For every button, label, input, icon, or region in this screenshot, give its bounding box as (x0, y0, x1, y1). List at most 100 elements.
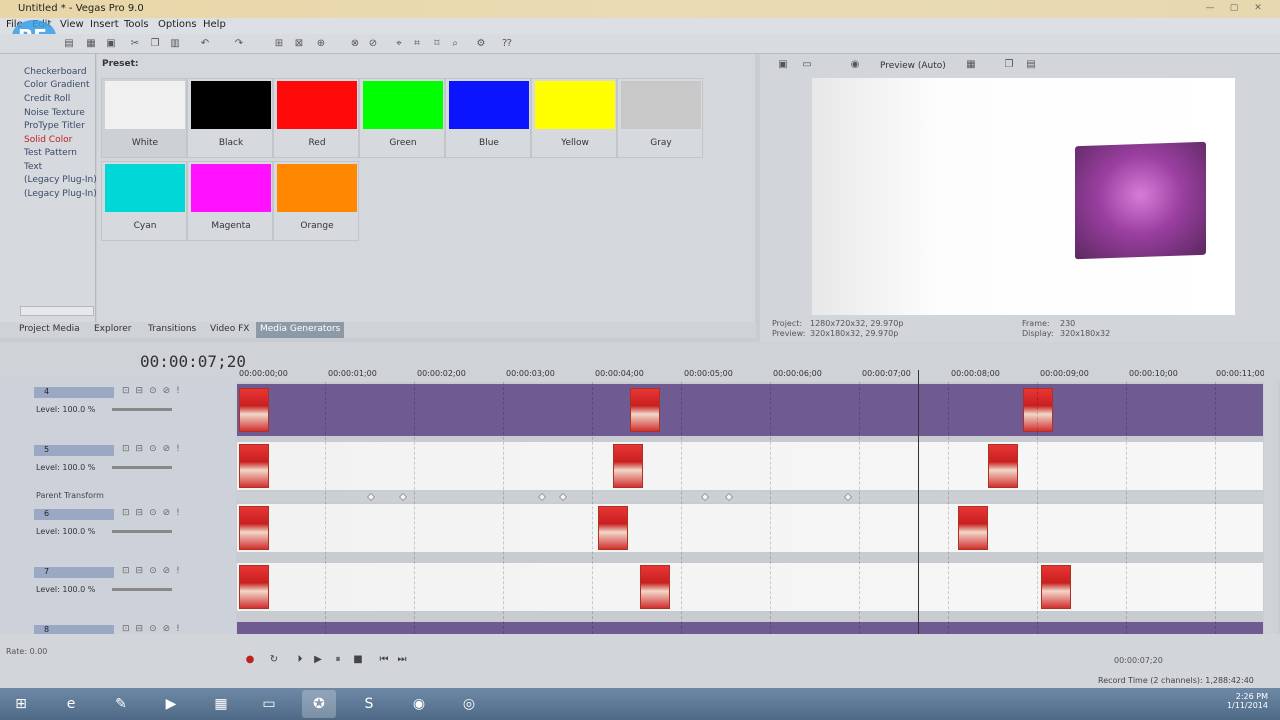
copy-snapshot-icon[interactable]: ❐ (1002, 58, 1016, 72)
generator-item-selected[interactable]: Solid Color (24, 135, 72, 145)
track-controls[interactable]: ⊡⊟⊙⊘! (122, 508, 186, 518)
generator-item[interactable]: Noise Texture (24, 108, 85, 118)
tab-project-media[interactable]: Project Media (15, 324, 84, 337)
overlays-icon[interactable]: ▦ (964, 58, 978, 72)
taskbar-app-icon[interactable]: ✎ (104, 690, 138, 718)
track-header[interactable]: 4 ⊡⊟⊙⊘! Level: 100.0 % (0, 384, 236, 438)
auto-ripple-icon[interactable]: ⊠ (292, 37, 306, 51)
video-event-track-4[interactable] (237, 384, 1263, 436)
skype-icon[interactable]: S (352, 690, 386, 718)
save-icon[interactable]: ▣ (104, 37, 118, 51)
track-controls[interactable]: ⊡⊟⊙⊘! (122, 444, 186, 454)
record-icon[interactable]: ● (244, 654, 256, 666)
menu-insert[interactable]: Insert (90, 19, 119, 30)
preview-fx-icon[interactable]: ◉ (848, 58, 862, 72)
snap-icon[interactable]: ⊞ (272, 37, 286, 51)
swatch-yellow[interactable]: Yellow (531, 78, 617, 158)
generator-item[interactable]: Checkerboard (24, 67, 87, 77)
zoom-icon[interactable]: ⌕ (448, 37, 462, 51)
swatch-gray[interactable]: Gray (617, 78, 703, 158)
help-icon[interactable]: ⁇ (500, 37, 514, 51)
track-controls[interactable]: ⊡⊟⊙⊘! (122, 624, 186, 634)
video-event-track-8[interactable] (237, 622, 1263, 634)
playhead-cursor[interactable] (918, 370, 919, 634)
track-level-slider[interactable] (112, 588, 172, 591)
track-header[interactable]: 8 ⊡⊟⊙⊘! (0, 622, 236, 636)
open-icon[interactable]: ▦ (84, 37, 98, 51)
track-header[interactable]: 5 ⊡⊟⊙⊘! Level: 100.0 % (0, 442, 236, 494)
normal-edit-icon[interactable]: ⌖ (392, 37, 406, 51)
preview-properties-icon[interactable]: ▣ (776, 58, 790, 72)
tab-transitions[interactable]: Transitions (144, 324, 200, 337)
play-icon[interactable]: ▶ (312, 654, 324, 666)
maximize-button[interactable]: ▢ (1224, 2, 1244, 15)
paste-icon[interactable]: ▥ (168, 37, 182, 51)
track-level-slider[interactable] (112, 408, 172, 411)
generator-item[interactable]: (Legacy Plug-In) V (24, 189, 106, 199)
close-button[interactable]: ✕ (1248, 2, 1268, 15)
save-snapshot-icon[interactable]: ▤ (1024, 58, 1038, 72)
menu-tools[interactable]: Tools (124, 19, 149, 30)
folder-icon[interactable]: ▭ (252, 690, 286, 718)
swatch-green[interactable]: Green (359, 78, 445, 158)
generator-item[interactable]: Color Gradient (24, 80, 90, 90)
swatch-blue[interactable]: Blue (445, 78, 531, 158)
video-event-track-7[interactable] (237, 563, 1263, 611)
swatch-white[interactable]: White (101, 78, 187, 158)
video-event-track-5[interactable] (237, 442, 1263, 490)
redo-icon[interactable]: ↷ (232, 37, 246, 51)
tab-explorer[interactable]: Explorer (90, 324, 135, 337)
generator-list-scrollbar[interactable] (20, 306, 94, 316)
minimize-button[interactable]: — (1200, 2, 1220, 15)
external-monitor-icon[interactable]: ▭ (800, 58, 814, 72)
timeline-vertical-scrollbar[interactable] (1264, 342, 1278, 634)
generator-item[interactable]: Credit Roll (24, 94, 70, 104)
envelope-edit-icon[interactable]: ⌗ (410, 37, 424, 51)
generator-item[interactable]: ProType Titler (24, 121, 85, 131)
track-level-slider[interactable] (112, 530, 172, 533)
go-to-end-icon[interactable]: ⏭ (396, 654, 408, 666)
play-from-start-icon[interactable]: ⏵ (294, 654, 306, 666)
go-to-start-icon[interactable]: ⏮ (378, 654, 390, 666)
loop-playback-icon[interactable]: ↻ (268, 654, 280, 666)
pause-icon[interactable]: ⏸ (332, 654, 344, 666)
tab-media-generators[interactable]: Media Generators (256, 322, 345, 338)
ignore-grouping-icon[interactable]: ⊗ (348, 37, 362, 51)
internet-explorer-icon[interactable]: e (54, 690, 88, 718)
preview-quality-dropdown[interactable]: Preview (Auto) (880, 61, 946, 71)
lock-envelopes-icon[interactable]: ⊕ (314, 37, 328, 51)
new-icon[interactable]: ▤ (62, 37, 76, 51)
track-level-slider[interactable] (112, 466, 172, 469)
swatch-cyan[interactable]: Cyan (101, 161, 187, 241)
properties-icon[interactable]: ⚙ (474, 37, 488, 51)
start-button-icon[interactable]: ⊞ (4, 690, 38, 718)
media-player-icon[interactable]: ▶ (154, 690, 188, 718)
undo-icon[interactable]: ↶ (198, 37, 212, 51)
taskbar-clock[interactable]: 2:26 PM 1/11/2014 (1208, 692, 1268, 710)
generator-item[interactable]: Test Pattern (24, 148, 77, 158)
chrome-icon[interactable]: ◎ (452, 690, 486, 718)
swatch-red[interactable]: Red (273, 78, 359, 158)
cut-icon[interactable]: ✂ (128, 37, 142, 51)
stop-icon[interactable]: ■ (352, 654, 364, 666)
copy-icon[interactable]: ❐ (148, 37, 162, 51)
swatch-black[interactable]: Black (187, 78, 273, 158)
vegas-pro-icon[interactable]: ✪ (302, 690, 336, 718)
swatch-orange[interactable]: Orange (273, 161, 359, 241)
parent-transform-lane[interactable] (237, 492, 1263, 502)
generator-item[interactable]: Text (24, 162, 42, 172)
video-event-track-6[interactable] (237, 504, 1263, 552)
track-controls[interactable]: ⊡⊟⊙⊘! (122, 386, 186, 396)
track-controls[interactable]: ⊡⊟⊙⊘! (122, 566, 186, 576)
track-header[interactable]: 6 ⊡⊟⊙⊘! Level: 100.0 % (0, 506, 236, 558)
track-header[interactable]: 7 ⊡⊟⊙⊘! Level: 100.0 % (0, 564, 236, 616)
menu-options[interactable]: Options (158, 19, 197, 30)
menu-help[interactable]: Help (203, 19, 226, 30)
generator-item[interactable]: (Legacy Plug-In) T (24, 175, 105, 185)
crossfade-icon[interactable]: ⊘ (366, 37, 380, 51)
tab-video-fx[interactable]: Video FX (206, 324, 253, 337)
selection-edit-icon[interactable]: ⌑ (430, 37, 444, 51)
taskbar-app-icon[interactable]: ▦ (204, 690, 238, 718)
taskbar-app-icon[interactable]: ◉ (402, 690, 436, 718)
swatch-magenta[interactable]: Magenta (187, 161, 273, 241)
